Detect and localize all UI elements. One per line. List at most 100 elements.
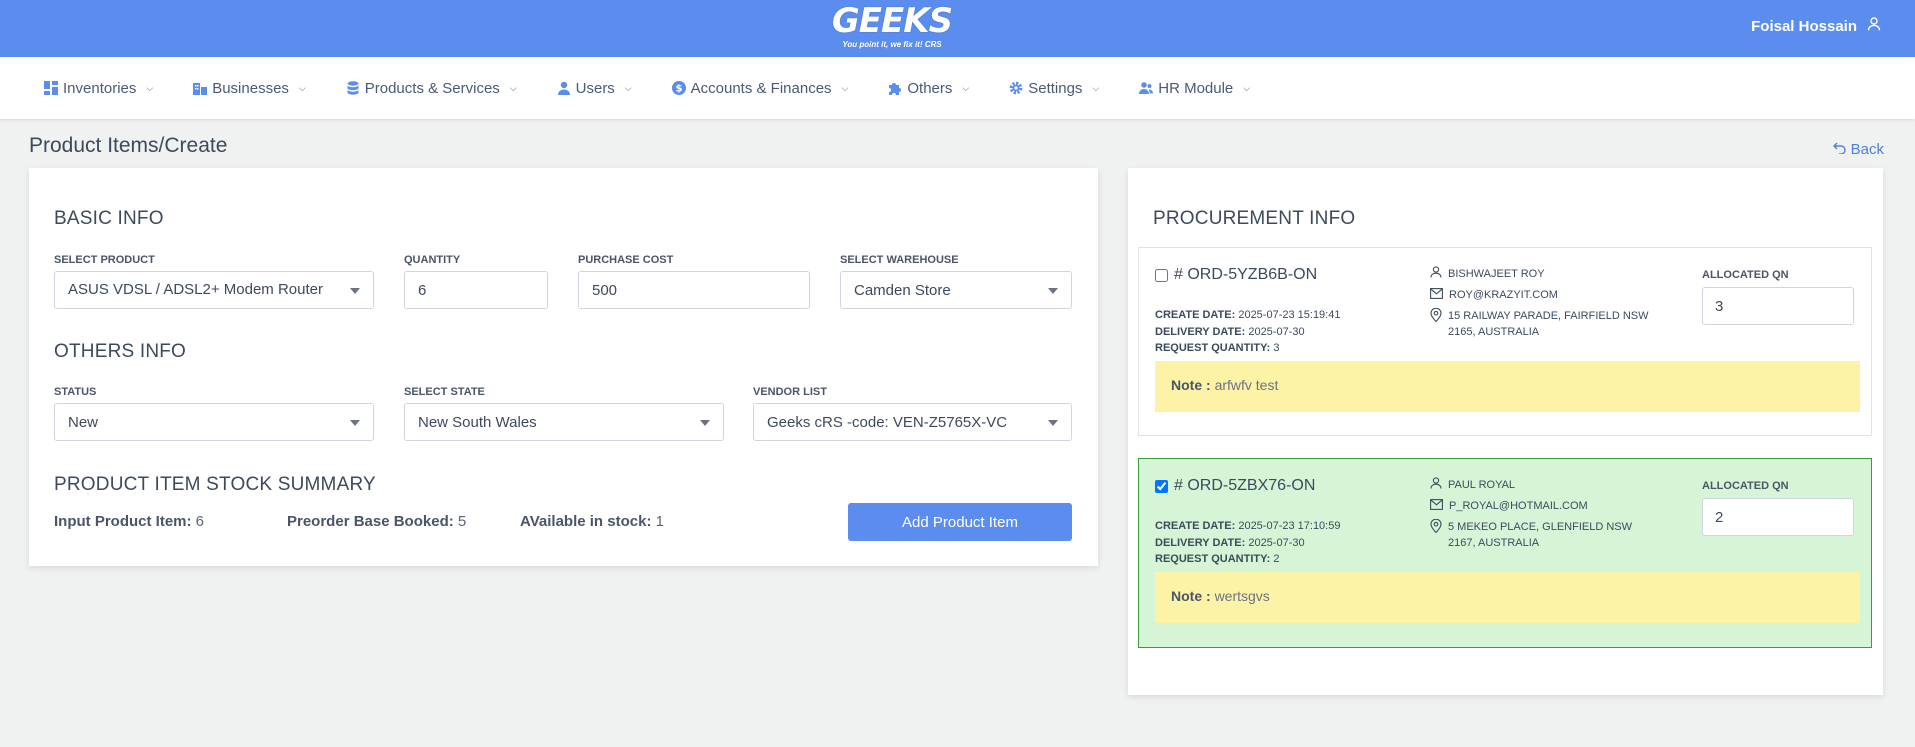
chevron-down-icon: ⌵	[298, 82, 306, 93]
caret-down-icon	[1048, 420, 1058, 426]
customer-name-value: BISHWAJEET ROY	[1448, 267, 1545, 280]
delivery-date-label: DELIVERY DATE:	[1155, 326, 1246, 338]
order-id: # ORD-5ZBX76-ON	[1174, 477, 1316, 494]
order-select-checkbox[interactable]	[1155, 268, 1168, 282]
select-state-dropdown[interactable]: New South Wales	[404, 403, 724, 441]
delivery-date-label: DELIVERY DATE:	[1155, 537, 1246, 549]
order-id: # ORD-5YZB6B-ON	[1174, 266, 1318, 283]
request-quantity-value: 3	[1273, 342, 1280, 354]
puzzle-icon	[888, 81, 902, 95]
vendor-list-dropdown[interactable]: Geeks cRS -code: VEN-Z5765X-VC	[753, 403, 1072, 441]
main-nav: Inventories ⌵ Businesses ⌵ Products & Serv…	[0, 57, 1915, 119]
customer-address: 15 RAILWAY PARADE, FAIRFIELD NSW 2165, A…	[1430, 307, 1660, 340]
note-text: arfwfv test	[1214, 377, 1279, 393]
allocated-qn-label: ALLOCATED QN	[1702, 269, 1789, 281]
allocated-qn-input[interactable]: 2	[1702, 498, 1854, 536]
database-icon	[346, 81, 360, 95]
select-product-value: ASUS VDSL / ADSL2+ Modem Router	[68, 281, 323, 298]
back-link[interactable]: Back	[1832, 141, 1884, 158]
vendor-list-value: Geeks cRS -code: VEN-Z5765X-VC	[767, 414, 1008, 431]
chevron-down-icon: ⌵	[509, 82, 517, 93]
add-product-item-button[interactable]: Add Product Item	[848, 503, 1072, 541]
available-stock-summary: AVailable in stock: 1	[520, 513, 664, 530]
nav-businesses[interactable]: Businesses ⌵	[193, 80, 306, 97]
request-quantity-label: REQUEST QUANTITY:	[1155, 553, 1271, 565]
chevron-down-icon: ⌵	[1092, 82, 1100, 93]
envelope-icon	[1430, 288, 1443, 302]
delivery-date: DELIVERY DATE: 2025-07-30	[1155, 537, 1305, 549]
customer-name-value: PAUL ROYAL	[1448, 478, 1516, 491]
nav-inventories[interactable]: Inventories ⌵	[44, 80, 153, 97]
available-stock-label: AVailable in stock:	[520, 513, 652, 530]
request-quantity-label: REQUEST QUANTITY:	[1155, 342, 1271, 354]
chevron-down-icon: ⌵	[1243, 82, 1251, 93]
chevron-down-icon: ⌵	[962, 82, 970, 93]
preorder-booked-label: Preorder Base Booked:	[287, 513, 454, 530]
nav-others[interactable]: Others ⌵	[888, 80, 969, 97]
nav-accounts-finances[interactable]: $ Accounts & Finances ⌵	[671, 79, 848, 97]
geeks-logo[interactable]: GEEKS You point it, we fix it! CRS	[822, 2, 962, 54]
map-pin-icon	[1430, 518, 1442, 538]
others-info-title: OTHERS INFO	[54, 341, 187, 362]
request-quantity-value: 2	[1273, 553, 1280, 565]
delivery-date: DELIVERY DATE: 2025-07-30	[1155, 326, 1305, 338]
quantity-label: QUANTITY	[404, 254, 461, 266]
user-icon	[557, 81, 571, 95]
logo-text: GEEKS	[831, 1, 953, 41]
building-icon	[193, 81, 208, 95]
select-warehouse-dropdown[interactable]: Camden Store	[840, 271, 1072, 309]
customer-address: 5 MEKEO PLACE, GLENFIELD NSW 2167, AUSTR…	[1430, 518, 1660, 551]
select-state-label: SELECT STATE	[404, 386, 485, 398]
caret-down-icon	[700, 420, 710, 426]
input-product-item-label: Input Product Item:	[54, 513, 192, 530]
customer-email: P_ROYAL@HOTMAIL.COM	[1430, 499, 1588, 513]
customer-email-value: P_ROYAL@HOTMAIL.COM	[1449, 500, 1588, 512]
nav-users[interactable]: Users ⌵	[557, 80, 632, 97]
order-card[interactable]: # ORD-5YZB6B-ON CREATE DATE: 2025-07-23 …	[1138, 247, 1872, 436]
chevron-down-icon: ⌵	[146, 82, 154, 93]
quantity-input[interactable]: 6	[404, 271, 548, 309]
user-menu[interactable]: Foisal Hossain	[1751, 17, 1881, 35]
delivery-date-value: 2025-07-30	[1248, 326, 1305, 338]
procurement-info-title: PROCUREMENT INFO	[1153, 208, 1356, 229]
order-id-row: # ORD-5YZB6B-ON	[1155, 266, 1317, 284]
person-icon	[1430, 477, 1442, 492]
undo-icon	[1832, 141, 1846, 158]
input-product-item-value: 6	[195, 513, 205, 530]
nav-label: Products & Services	[364, 79, 500, 97]
dollar-circle-icon: $	[671, 81, 686, 95]
select-product-dropdown[interactable]: ASUS VDSL / ADSL2+ Modem Router	[54, 271, 374, 309]
order-note: Note : wertsgvs	[1155, 572, 1860, 623]
svg-text:$: $	[675, 84, 682, 95]
caret-down-icon	[1048, 288, 1058, 294]
delivery-date-value: 2025-07-30	[1248, 537, 1305, 549]
nav-settings[interactable]: Settings ⌵	[1009, 80, 1099, 97]
customer-name: PAUL ROYAL	[1430, 477, 1515, 492]
purchase-cost-input[interactable]: 500	[578, 271, 810, 309]
map-pin-icon	[1430, 307, 1442, 327]
nav-label: HR Module	[1158, 79, 1234, 97]
procurement-info-card: PROCUREMENT INFO # ORD-5YZB6B-ON CREATE …	[1128, 168, 1883, 695]
create-date: CREATE DATE: 2025-07-23 15:19:41	[1155, 309, 1340, 321]
nav-products-services[interactable]: Products & Services ⌵	[346, 80, 517, 97]
nav-label: Accounts & Finances	[690, 79, 832, 97]
status-dropdown[interactable]: New	[54, 403, 374, 441]
nav-label: Businesses	[212, 79, 289, 97]
create-date-value: 2025-07-23 15:19:41	[1238, 309, 1341, 321]
grid-icon	[44, 81, 58, 95]
order-card-selected[interactable]: # ORD-5ZBX76-ON CREATE DATE: 2025-07-23 …	[1138, 458, 1872, 648]
gear-icon	[1009, 81, 1023, 95]
create-date-value: 2025-07-23 17:10:59	[1238, 520, 1341, 532]
order-select-checkbox[interactable]	[1155, 479, 1168, 493]
allocated-qn-input[interactable]: 3	[1702, 287, 1854, 325]
nav-label: Users	[575, 79, 615, 97]
customer-address-value: 15 RAILWAY PARADE, FAIRFIELD NSW 2165, A…	[1448, 310, 1649, 338]
note-label: Note :	[1171, 588, 1211, 604]
preorder-booked-summary: Preorder Base Booked: 5	[287, 513, 466, 530]
back-label: Back	[1850, 141, 1884, 158]
customer-address-value: 5 MEKEO PLACE, GLENFIELD NSW 2167, AUSTR…	[1448, 521, 1632, 549]
select-warehouse-value: Camden Store	[854, 282, 951, 299]
create-date: CREATE DATE: 2025-07-23 17:10:59	[1155, 520, 1340, 532]
nav-hr-module[interactable]: HR Module ⌵	[1139, 80, 1250, 97]
nav-label: Inventories	[63, 79, 137, 97]
